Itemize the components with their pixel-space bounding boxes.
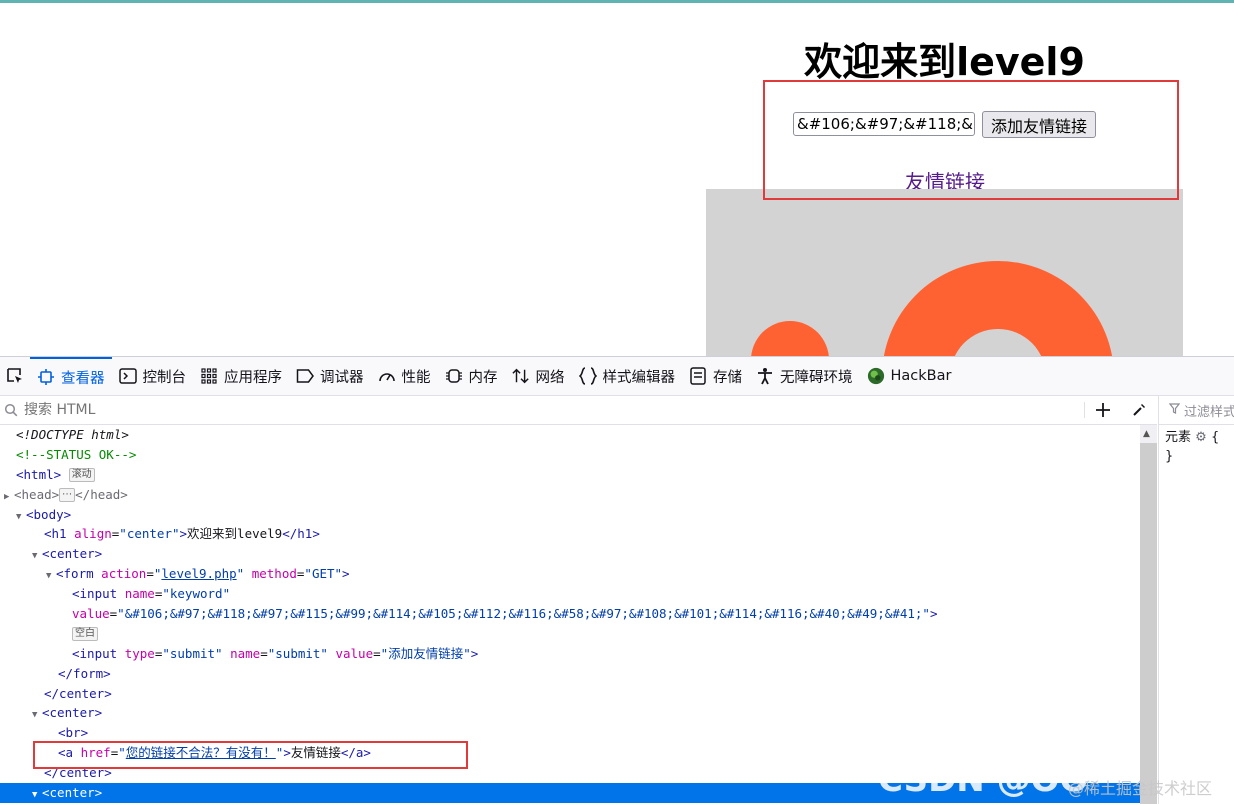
rules-sidebar: 过滤样式 元素 ⚙ { }	[1158, 396, 1234, 804]
form-action-link[interactable]: level9.php	[161, 566, 236, 581]
memory-icon	[445, 367, 463, 385]
collapsed-badge[interactable]: ⋯	[59, 488, 76, 503]
markup-line-input-value[interactable]: value="&#106;&#97;&#118;&#97;&#115;&#99;…	[0, 604, 1140, 624]
tab-performance[interactable]: 性能	[371, 357, 438, 395]
ring-graphic	[751, 261, 1113, 356]
eyedropper-icon[interactable]	[1121, 402, 1157, 418]
collapse-arrow-icon[interactable]: ▼	[32, 786, 42, 804]
juejin-watermark: @稀土掘金技术社区	[1068, 779, 1213, 798]
rule-open-brace: {	[1210, 430, 1220, 445]
markup-line-html[interactable]: <html> 滚动	[0, 465, 1140, 485]
devtools-tabbar: 查看器 控制台 应用程序 调试器 性能 内存 网络 样式编辑器 存储 无障碍环境 HackBar	[0, 357, 1234, 396]
markup-line-form-close[interactable]: </form>	[0, 664, 1140, 684]
style-editor-icon	[578, 367, 597, 385]
storage-icon	[689, 367, 707, 385]
tab-label: 应用程序	[224, 369, 282, 386]
page-viewport: 欢迎来到level9 &#106;&#97;&#118;&#97;&#115;&…	[0, 3, 1234, 356]
inspector-icon	[37, 368, 55, 386]
page-title: 欢迎来到level9	[804, 40, 1085, 84]
tab-inspector[interactable]: 查看器	[30, 357, 112, 395]
markup-line-head[interactable]: ▶ <head> ⋯ </head>	[0, 485, 1140, 505]
tab-label: 网络	[535, 369, 565, 386]
add-node-icon[interactable]	[1084, 402, 1121, 418]
tab-accessibility[interactable]: 无障碍环境	[749, 357, 860, 395]
scroll-badge[interactable]: 滚动	[68, 468, 95, 483]
markup-line-whitespace[interactable]: 空白	[0, 624, 1140, 644]
markup-line-doctype[interactable]: <!DOCTYPE html>	[0, 425, 1140, 445]
devtools-panel: 查看器 控制台 应用程序 调试器 性能 内存 网络 样式编辑器 存储 无障碍环境 HackBar <…	[0, 356, 1234, 804]
filter-icon	[1168, 402, 1181, 418]
tab-label: 无障碍环境	[780, 369, 853, 386]
tab-storage[interactable]: 存储	[682, 357, 749, 395]
element-rule-label: 元素	[1165, 430, 1192, 445]
markup-line-center-2[interactable]: ▼ <center>	[0, 703, 1140, 723]
application-icon	[200, 367, 218, 385]
tab-label: 控制台	[142, 369, 187, 386]
markup-line-center-close[interactable]: </center>	[0, 684, 1140, 704]
element-rule: 元素 ⚙ { }	[1159, 425, 1234, 469]
highlight-box-anchor	[33, 741, 468, 769]
gear-icon[interactable]: ⚙	[1195, 430, 1207, 445]
markup-line-submit[interactable]: <input type="submit" name="submit" value…	[0, 644, 1140, 664]
markup-line-h1[interactable]: <h1 align="center">欢迎来到level9</h1>	[0, 524, 1140, 544]
level-image	[706, 189, 1183, 356]
tab-debugger[interactable]: 调试器	[289, 357, 371, 395]
tab-label: 性能	[401, 369, 431, 386]
search-icon	[0, 403, 22, 417]
markup-line-body[interactable]: ▼ <body>	[0, 505, 1140, 525]
tab-label: 存储	[713, 369, 742, 386]
csdn-watermark: CSDN @OO	[878, 760, 1089, 800]
scroll-up-arrow-icon[interactable]: ▲	[1143, 429, 1150, 439]
tab-hackbar[interactable]: HackBar	[860, 357, 959, 395]
hackbar-icon	[867, 367, 885, 385]
markup-line-center[interactable]: ▼ <center>	[0, 544, 1140, 564]
markup-line-form[interactable]: ▼ <form action="level9.php" method="GET">	[0, 564, 1140, 584]
tab-style-editor[interactable]: 样式编辑器	[572, 357, 683, 395]
search-html-input[interactable]	[22, 401, 926, 419]
tab-application[interactable]: 应用程序	[193, 357, 289, 395]
performance-icon	[378, 367, 396, 385]
tab-network[interactable]: 网络	[505, 357, 572, 395]
tab-label: 调试器	[320, 369, 364, 386]
tab-memory[interactable]: 内存	[438, 357, 505, 395]
markup-scrollbar-thumb[interactable]	[1140, 443, 1157, 804]
filter-styles-input[interactable]: 过滤样式	[1184, 401, 1234, 420]
rule-close-brace: }	[1165, 449, 1174, 464]
highlight-box-page	[763, 80, 1179, 200]
markup-line-comment[interactable]: <!--STATUS OK-->	[0, 445, 1140, 465]
markup-toolbar	[0, 396, 1157, 425]
debugger-icon	[296, 367, 314, 385]
tab-label: 样式编辑器	[602, 369, 676, 386]
tab-console[interactable]: 控制台	[112, 357, 194, 395]
network-icon	[511, 367, 530, 385]
tab-label: HackBar	[890, 368, 952, 384]
markup-line-input[interactable]: <input name="keyword"	[0, 584, 1140, 604]
console-icon	[118, 367, 137, 385]
filter-styles-bar[interactable]: 过滤样式	[1159, 396, 1234, 425]
element-picker-icon[interactable]	[0, 357, 30, 395]
whitespace-badge[interactable]: 空白	[72, 627, 98, 642]
tab-label: 内存	[468, 369, 498, 386]
accessibility-icon	[756, 367, 774, 385]
tab-label: 查看器	[61, 370, 105, 387]
